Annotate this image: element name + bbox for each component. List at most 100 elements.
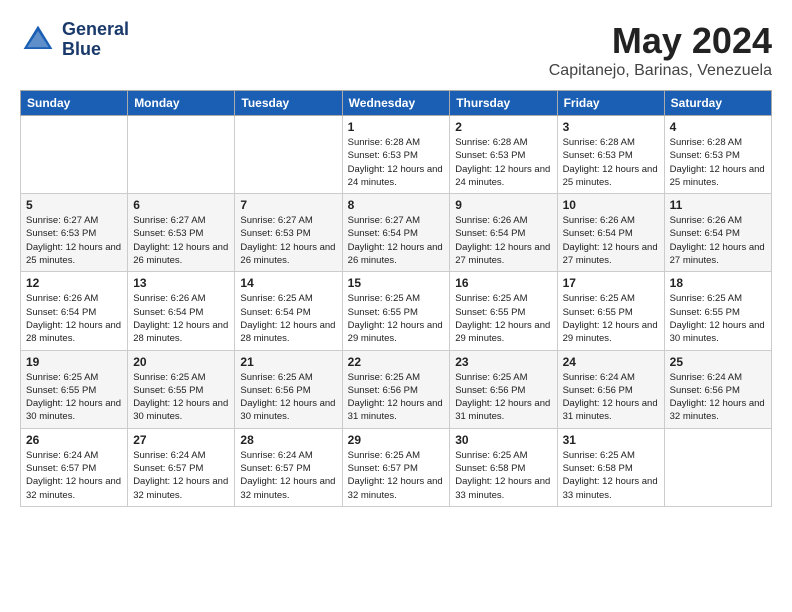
day-number: 26: [26, 433, 122, 447]
calendar-cell: 10Sunrise: 6:26 AMSunset: 6:54 PMDayligh…: [557, 194, 664, 272]
day-info: Sunrise: 6:27 AMSunset: 6:53 PMDaylight:…: [240, 214, 336, 267]
calendar-cell: [21, 116, 128, 194]
calendar-cell: 23 Sunrise: 6:25 AMSunset: 6:56 PMDayligh…: [450, 350, 557, 428]
day-number: 22: [348, 355, 445, 369]
page-header: General Blue May 2024 Capitanejo, Barina…: [20, 20, 772, 80]
day-info: Sunrise: 6:24 AMSunset: 6:57 PMDaylight:…: [26, 449, 122, 502]
day-number: 11: [670, 198, 766, 212]
weekday-header: Saturday: [664, 91, 771, 116]
day-number: 1: [348, 120, 445, 134]
calendar-cell: 28Sunrise: 6:24 AMSunset: 6:57 PMDayligh…: [235, 428, 342, 506]
calendar-cell: 14 Sunrise: 6:25 AMSunset: 6:54 PMDayligh…: [235, 272, 342, 350]
day-number: 14: [240, 276, 336, 290]
day-number: 15: [348, 276, 445, 290]
day-info: Sunrise: 6:26 AMSunset: 6:54 PMDaylight:…: [26, 292, 122, 345]
day-number: 31: [563, 433, 659, 447]
day-info: Sunrise: 6:25 AMSunset: 6:57 PMDaylight:…: [348, 449, 445, 502]
day-number: 19: [26, 355, 122, 369]
logo: General Blue: [20, 20, 129, 60]
day-info: Sunrise: 6:25 AMSunset: 6:58 PMDaylight:…: [455, 449, 551, 502]
calendar-cell: 15 Sunrise: 6:25 AMSunset: 6:55 PMDayligh…: [342, 272, 450, 350]
day-info: Sunrise: 6:25 AMSunset: 6:56 PMDaylight:…: [348, 371, 445, 424]
day-info: Sunrise: 6:24 AMSunset: 6:57 PMDaylight:…: [133, 449, 229, 502]
day-number: 3: [563, 120, 659, 134]
logo-line2: Blue: [62, 40, 129, 60]
calendar-cell: 22 Sunrise: 6:25 AMSunset: 6:56 PMDayligh…: [342, 350, 450, 428]
day-number: 16: [455, 276, 551, 290]
calendar-cell: 3Sunrise: 6:28 AMSunset: 6:53 PMDaylight…: [557, 116, 664, 194]
day-info: Sunrise: 6:25 AMSunset: 6:55 PMDaylight:…: [133, 371, 229, 424]
day-number: 20: [133, 355, 229, 369]
day-info: Sunrise: 6:26 AMSunset: 6:54 PMDaylight:…: [455, 214, 551, 267]
day-number: 13: [133, 276, 229, 290]
location-title: Capitanejo, Barinas, Venezuela: [549, 62, 772, 80]
day-number: 6: [133, 198, 229, 212]
weekday-header: Thursday: [450, 91, 557, 116]
day-info: Sunrise: 6:27 AMSunset: 6:53 PMDaylight:…: [26, 214, 122, 267]
day-info: Sunrise: 6:25 AMSunset: 6:55 PMDaylight:…: [455, 292, 551, 345]
day-number: 2: [455, 120, 551, 134]
day-info: Sunrise: 6:25 AMSunset: 6:56 PMDaylight:…: [240, 371, 336, 424]
calendar-week-row: 19 Sunrise: 6:25 AMSunset: 6:55 PMDayligh…: [21, 350, 772, 428]
calendar-week-row: 12Sunrise: 6:26 AMSunset: 6:54 PMDayligh…: [21, 272, 772, 350]
calendar-cell: 30 Sunrise: 6:25 AMSunset: 6:58 PMDayligh…: [450, 428, 557, 506]
day-info: Sunrise: 6:25 AMSunset: 6:55 PMDaylight:…: [670, 292, 766, 345]
day-info: Sunrise: 6:25 AMSunset: 6:54 PMDaylight:…: [240, 292, 336, 345]
day-info: Sunrise: 6:25 AMSunset: 6:55 PMDaylight:…: [26, 371, 122, 424]
day-info: Sunrise: 6:25 AMSunset: 6:55 PMDaylight:…: [348, 292, 445, 345]
calendar-cell: [128, 116, 235, 194]
logo-text: General Blue: [62, 20, 129, 60]
day-info: Sunrise: 6:26 AMSunset: 6:54 PMDaylight:…: [133, 292, 229, 345]
day-info: Sunrise: 6:28 AMSunset: 6:53 PMDaylight:…: [455, 136, 551, 189]
weekday-header: Tuesday: [235, 91, 342, 116]
calendar-cell: 19 Sunrise: 6:25 AMSunset: 6:55 PMDayligh…: [21, 350, 128, 428]
calendar-cell: [664, 428, 771, 506]
weekday-header-row: SundayMondayTuesdayWednesdayThursdayFrid…: [21, 91, 772, 116]
day-info: Sunrise: 6:24 AMSunset: 6:56 PMDaylight:…: [670, 371, 766, 424]
day-number: 21: [240, 355, 336, 369]
day-number: 18: [670, 276, 766, 290]
calendar-cell: 20 Sunrise: 6:25 AMSunset: 6:55 PMDayligh…: [128, 350, 235, 428]
calendar-cell: 8Sunrise: 6:27 AMSunset: 6:54 PMDaylight…: [342, 194, 450, 272]
title-block: May 2024 Capitanejo, Barinas, Venezuela: [549, 20, 772, 80]
day-number: 7: [240, 198, 336, 212]
calendar-cell: 26 Sunrise: 6:24 AMSunset: 6:57 PMDayligh…: [21, 428, 128, 506]
calendar-cell: 24 Sunrise: 6:24 AMSunset: 6:56 PMDayligh…: [557, 350, 664, 428]
day-number: 30: [455, 433, 551, 447]
calendar-cell: 25Sunrise: 6:24 AMSunset: 6:56 PMDayligh…: [664, 350, 771, 428]
day-number: 23: [455, 355, 551, 369]
calendar-cell: 13 Sunrise: 6:26 AMSunset: 6:54 PMDayligh…: [128, 272, 235, 350]
calendar-cell: 2 Sunrise: 6:28 AMSunset: 6:53 PMDaylight…: [450, 116, 557, 194]
day-info: Sunrise: 6:25 AMSunset: 6:55 PMDaylight:…: [563, 292, 659, 345]
day-number: 8: [348, 198, 445, 212]
logo-icon: [20, 22, 56, 58]
day-number: 4: [670, 120, 766, 134]
weekday-header: Sunday: [21, 91, 128, 116]
day-info: Sunrise: 6:24 AMSunset: 6:57 PMDaylight:…: [240, 449, 336, 502]
month-title: May 2024: [549, 20, 772, 62]
calendar-cell: 5Sunrise: 6:27 AMSunset: 6:53 PMDaylight…: [21, 194, 128, 272]
calendar-week-row: 1 Sunrise: 6:28 AMSunset: 6:53 PMDaylight…: [21, 116, 772, 194]
calendar: SundayMondayTuesdayWednesdayThursdayFrid…: [20, 90, 772, 507]
calendar-cell: 11Sunrise: 6:26 AMSunset: 6:54 PMDayligh…: [664, 194, 771, 272]
day-number: 27: [133, 433, 229, 447]
day-number: 24: [563, 355, 659, 369]
day-info: Sunrise: 6:24 AMSunset: 6:56 PMDaylight:…: [563, 371, 659, 424]
calendar-cell: 9 Sunrise: 6:26 AMSunset: 6:54 PMDaylight…: [450, 194, 557, 272]
day-number: 29: [348, 433, 445, 447]
weekday-header: Friday: [557, 91, 664, 116]
day-number: 10: [563, 198, 659, 212]
calendar-cell: 17Sunrise: 6:25 AMSunset: 6:55 PMDayligh…: [557, 272, 664, 350]
calendar-cell: 27 Sunrise: 6:24 AMSunset: 6:57 PMDayligh…: [128, 428, 235, 506]
calendar-week-row: 5Sunrise: 6:27 AMSunset: 6:53 PMDaylight…: [21, 194, 772, 272]
calendar-cell: 18 Sunrise: 6:25 AMSunset: 6:55 PMDayligh…: [664, 272, 771, 350]
calendar-week-row: 26 Sunrise: 6:24 AMSunset: 6:57 PMDayligh…: [21, 428, 772, 506]
day-info: Sunrise: 6:25 AMSunset: 6:56 PMDaylight:…: [455, 371, 551, 424]
calendar-cell: 31Sunrise: 6:25 AMSunset: 6:58 PMDayligh…: [557, 428, 664, 506]
day-number: 9: [455, 198, 551, 212]
day-info: Sunrise: 6:27 AMSunset: 6:53 PMDaylight:…: [133, 214, 229, 267]
day-info: Sunrise: 6:28 AMSunset: 6:53 PMDaylight:…: [670, 136, 766, 189]
calendar-cell: 7 Sunrise: 6:27 AMSunset: 6:53 PMDaylight…: [235, 194, 342, 272]
calendar-cell: 29 Sunrise: 6:25 AMSunset: 6:57 PMDayligh…: [342, 428, 450, 506]
weekday-header: Wednesday: [342, 91, 450, 116]
